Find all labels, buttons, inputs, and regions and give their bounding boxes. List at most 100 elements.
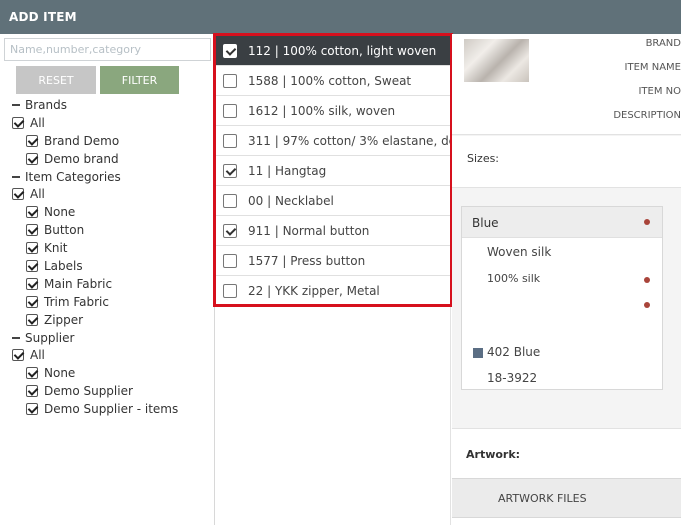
category-option[interactable]: Labels [26,257,83,275]
checkbox-icon[interactable] [26,206,38,218]
sizes-label: Sizes: [467,152,500,165]
item-label: 1588 | 100% cotton, Sweat [248,73,412,88]
checkbox-icon[interactable] [26,367,38,379]
color-variant: 402 Blue [487,345,541,359]
brands-all-option[interactable]: All [12,114,45,132]
category-option[interactable]: Trim Fabric [26,293,109,311]
collapse-icon [12,337,20,339]
group-supplier-header[interactable]: Supplier [12,329,74,347]
checkbox-icon[interactable] [26,242,38,254]
category-option[interactable]: Knit [26,239,68,257]
list-item[interactable]: 311 | 97% cotton/ 3% elastane, denim [216,126,450,156]
color-name: Blue [472,216,499,230]
checkbox-icon[interactable] [26,296,38,308]
option-label: All [30,116,45,130]
reset-button[interactable]: RESET [16,66,96,94]
item-label: 311 | 97% cotton/ 3% elastane, denim [248,133,450,148]
item-thumbnail [464,39,529,82]
item-label: 911 | Normal button [248,223,370,238]
color-swatch-icon [473,348,483,358]
list-item[interactable]: 1612 | 100% silk, woven [216,96,450,126]
checkbox-icon[interactable] [26,278,38,290]
option-label: Main Fabric [44,277,113,291]
option-label: Trim Fabric [44,295,109,309]
list-item[interactable]: 1577 | Press button [216,246,450,276]
option-label: None [44,366,76,380]
checkbox-icon[interactable] [223,284,237,298]
supplier-all-option[interactable]: All [12,346,45,364]
checkbox-icon[interactable] [223,223,237,238]
categories-all-option[interactable]: All [12,185,45,203]
item-name-label: ITEM NAME [624,62,681,73]
group-brands-header[interactable]: Brands [12,96,67,114]
option-label: Knit [44,241,68,255]
brand-label: BRAND [645,38,681,49]
option-label: Zipper [44,313,84,327]
checkbox-icon[interactable] [26,153,38,165]
checkbox-icon[interactable] [223,133,237,148]
checkbox-icon[interactable] [26,135,38,147]
color-card: Blue Woven silk 100% silk 402 Blue 18-39… [461,206,663,390]
category-option[interactable]: Button [26,221,84,239]
color-code: 18-3922 [487,371,538,385]
list-item[interactable]: 22 | YKK zipper, Metal [216,276,450,304]
list-item[interactable]: 1588 | 100% cotton, Sweat [216,66,450,96]
artwork-files-button[interactable]: ARTWORK FILES [452,478,681,518]
description-label: DESCRIPTION [613,110,681,121]
supplier-option[interactable]: Demo Supplier [26,382,133,400]
status-dot-icon [644,219,650,225]
search-input[interactable] [4,38,211,61]
item-detail-panel: BRAND ITEM NAME ITEM NO DESCRIPTION Size… [452,34,681,525]
supplier-option[interactable]: None [26,364,75,382]
category-option[interactable]: Main Fabric [26,275,112,293]
category-option[interactable]: None [26,203,75,221]
list-item[interactable]: 00 | Necklabel [216,186,450,216]
supplier-option[interactable]: Demo Supplier - items [26,400,178,418]
color-header[interactable]: Blue [462,207,662,238]
checkbox-icon[interactable] [12,117,24,129]
checkbox-icon[interactable] [26,403,38,415]
option-label: Brand Demo [44,134,120,148]
brands-option[interactable]: Demo brand [26,150,119,168]
item-label: 112 | 100% cotton, light woven [248,43,437,58]
item-label: 1577 | Press button [248,253,366,268]
list-item[interactable]: 911 | Normal button [216,216,450,246]
checkbox-icon[interactable] [12,349,24,361]
item-label: 00 | Necklabel [248,193,334,208]
option-label: Labels [44,259,83,273]
checkbox-icon[interactable] [223,193,237,208]
checkbox-icon[interactable] [223,73,237,88]
checkbox-icon[interactable] [223,253,237,268]
item-label: 22 | YKK zipper, Metal [248,284,380,298]
collapse-icon [12,176,20,178]
option-label: Button [44,223,85,237]
status-dot-icon [644,277,650,283]
artwork-section: Artwork: ARTWORK FILES [452,428,681,525]
item-label: 1612 | 100% silk, woven [248,103,396,118]
group-label: Item Categories [25,170,121,184]
brands-option[interactable]: Brand Demo [26,132,119,150]
checkbox-icon[interactable] [26,385,38,397]
list-item[interactable]: 112 | 100% cotton, light woven [216,36,450,66]
checkbox-icon[interactable] [12,188,24,200]
group-label: Supplier [25,331,75,345]
checkbox-icon[interactable] [223,103,237,118]
checkbox-icon[interactable] [26,224,38,236]
filter-button[interactable]: FILTER [100,66,179,94]
title-bar: ADD ITEM [0,0,681,34]
artwork-files-label: ARTWORK FILES [498,492,587,505]
item-no-label: ITEM NO [638,86,681,97]
option-label: Demo Supplier - items [44,402,179,416]
item-summary: BRAND ITEM NAME ITEM NO DESCRIPTION [452,34,681,135]
checkbox-icon[interactable] [223,43,237,58]
option-label: Demo brand [44,152,119,166]
filter-panel: RESET FILTER Brands All Brand Demo Demo … [0,34,215,525]
collapse-icon [12,104,20,106]
category-option[interactable]: Zipper [26,311,83,329]
checkbox-icon[interactable] [223,163,237,178]
window-title: ADD ITEM [9,10,77,24]
list-item[interactable]: 11 | Hangtag [216,156,450,186]
group-item-categories-header[interactable]: Item Categories [12,168,121,186]
checkbox-icon[interactable] [26,314,38,326]
checkbox-icon[interactable] [26,260,38,272]
